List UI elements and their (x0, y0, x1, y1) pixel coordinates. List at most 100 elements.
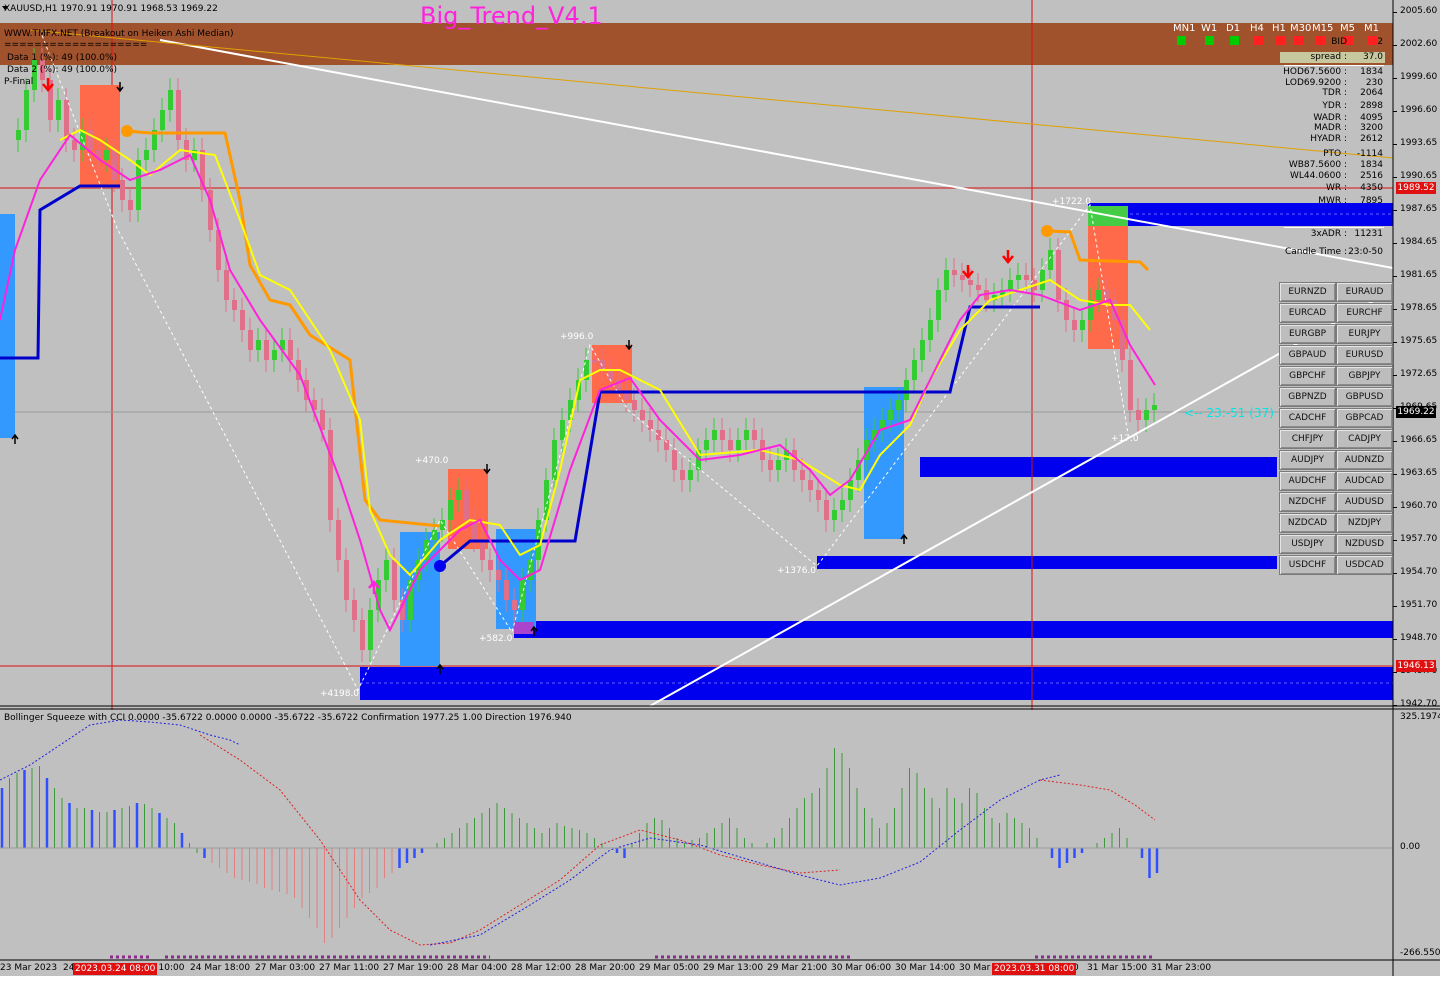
stat-label: spread : (1310, 52, 1347, 62)
stat-value: 1834 (1360, 160, 1383, 170)
price-box-upper: 1989.52 (1396, 182, 1436, 194)
stat-label: MADR : (1314, 123, 1347, 133)
chart-menu-icon[interactable] (2, 6, 8, 10)
candle-body (928, 320, 933, 340)
pair-button-audnzd[interactable]: AUDNZD (1336, 450, 1393, 470)
candle-body (1024, 275, 1029, 280)
price-tick-label: 1996.60 (1400, 105, 1438, 115)
pair-button-nzdchf[interactable]: NZDCHF (1279, 492, 1336, 512)
pair-button-gbpjpy[interactable]: GBPJPY (1336, 366, 1393, 386)
pair-button-cadjpy[interactable]: CADJPY (1336, 429, 1393, 449)
candle-body (888, 410, 893, 420)
candle-body (640, 410, 645, 420)
price-chart[interactable] (0, 0, 1440, 986)
price-tick-label: 1990.65 (1400, 171, 1438, 181)
stat-row: HYADR : 2612 (1280, 134, 1385, 145)
candle-body (632, 400, 637, 410)
candle-body (736, 440, 741, 450)
pair-button-gbpchf[interactable]: GBPCHF (1279, 366, 1336, 386)
timeframe-h4: H4 (1250, 23, 1264, 34)
timeframe-status-icon (1177, 36, 1186, 45)
pair-button-gbpcad[interactable]: GBPCAD (1336, 408, 1393, 428)
stat-label: LOD69.9200 : (1285, 78, 1347, 88)
candle-body (912, 360, 917, 380)
buy-box-1 (0, 214, 15, 438)
candle-body (896, 400, 901, 410)
pair-button-usdcad[interactable]: USDCAD (1336, 555, 1393, 575)
orange-dot-1 (121, 125, 133, 137)
zigzag-label-6: +1722.0 (1052, 197, 1092, 207)
time-tick-label: 31 Mar 15:00 (1087, 963, 1148, 973)
pair-button-usdjpy[interactable]: USDJPY (1279, 534, 1336, 554)
indicator-subwindow (0, 710, 1393, 960)
stat-row: YDR : 2898 (1280, 101, 1385, 112)
stat-row: TDR : 2064 (1280, 88, 1385, 99)
price-tick-label: 1972.65 (1400, 369, 1438, 379)
pair-button-audusd[interactable]: AUDUSD (1336, 492, 1393, 512)
pair-button-gbpnzd[interactable]: GBPNZD (1279, 387, 1336, 407)
candle-body (504, 580, 509, 600)
pair-button-audcad[interactable]: AUDCAD (1336, 471, 1393, 491)
candle-body (960, 275, 965, 280)
blue-dot (434, 560, 446, 572)
candle-body (776, 460, 781, 470)
time-tick-label: 27 Mar 11:00 (319, 963, 380, 973)
main-chart-area (0, 0, 1393, 706)
pair-button-eurcad[interactable]: EURCAD (1279, 303, 1336, 323)
candle-body (112, 150, 117, 180)
candle-body (128, 200, 133, 210)
pair-button-audchf[interactable]: AUDCHF (1279, 471, 1336, 491)
pair-button-chfjpy[interactable]: CHFJPY (1279, 429, 1336, 449)
stat-row: MADR : 3200 (1280, 123, 1385, 134)
stat-value: 2898 (1360, 101, 1383, 111)
price-tick-label: 1987.65 (1400, 204, 1438, 214)
price-tick-label: 1999.60 (1400, 72, 1438, 82)
candle-body (816, 490, 821, 500)
stat-value: 1834 (1360, 67, 1383, 77)
pair-button-nzdcad[interactable]: NZDCAD (1279, 513, 1336, 533)
pair-button-euraud[interactable]: EURAUD (1336, 282, 1393, 302)
stat-row: spread : 37.0 (1280, 52, 1385, 63)
candle-body (240, 310, 245, 330)
pair-button-nzdjpy[interactable]: NZDJPY (1336, 513, 1393, 533)
pair-button-nzdusd[interactable]: NZDUSD (1336, 534, 1393, 554)
candle-body (920, 340, 925, 360)
candle-body (704, 440, 709, 450)
stat-label: BID (1331, 37, 1347, 47)
price-tick-label: 1984.65 (1400, 237, 1438, 247)
price-tick-label: 1954.70 (1400, 567, 1438, 577)
stat-row: WR : 4350 (1280, 183, 1385, 194)
pair-button-eurgbp[interactable]: EURGBP (1279, 324, 1336, 344)
candle-body (328, 430, 333, 520)
stat-label: Candle Time : (1284, 247, 1347, 257)
stat-value: 2 (1377, 37, 1383, 47)
zigzag-label-3: +582.0 (479, 634, 513, 644)
pair-button-cadchf[interactable]: CADCHF (1279, 408, 1336, 428)
pair-button-eurusd[interactable]: EURUSD (1336, 345, 1393, 365)
candle-body (720, 430, 725, 440)
stat-row: HOD67.5600 : 1834 (1280, 67, 1385, 78)
stat-label: WADR : (1313, 113, 1347, 123)
time-tick-label: 29 Mar 21:00 (767, 963, 828, 973)
candle-body (264, 340, 269, 360)
pair-button-usdchf[interactable]: USDCHF (1279, 555, 1336, 575)
candle-body (848, 480, 853, 500)
pair-button-gbpaud[interactable]: GBPAUD (1279, 345, 1336, 365)
time-tick-label: 28 Mar 20:00 (575, 963, 636, 973)
zigzag-label-5: +1376.0 (777, 566, 817, 576)
candle-body (488, 560, 493, 570)
pair-button-eurchf[interactable]: EURCHF (1336, 303, 1393, 323)
candle-body (256, 340, 261, 350)
separator-line: =================== (4, 40, 148, 50)
stat-row: 3xADR : 11231 (1280, 229, 1385, 240)
candle-body (1056, 250, 1061, 300)
candle-body (1040, 270, 1045, 290)
stat-value: -1114 (1356, 149, 1383, 159)
pair-button-audjpy[interactable]: AUDJPY (1279, 450, 1336, 470)
candle-body (360, 620, 365, 650)
pair-button-eurjpy[interactable]: EURJPY (1336, 324, 1393, 344)
candle-body (480, 540, 485, 560)
candle-body (904, 380, 909, 400)
pair-button-eurnzd[interactable]: EURNZD (1279, 282, 1336, 302)
pair-button-gbpusd[interactable]: GBPUSD (1336, 387, 1393, 407)
